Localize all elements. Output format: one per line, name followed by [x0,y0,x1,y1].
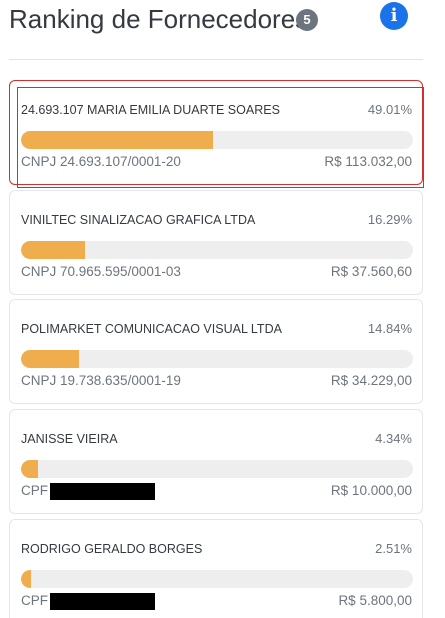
share-bar-fill [21,350,80,368]
supplier-amount: R$ 37.560,60 [330,264,412,279]
redaction-block [50,483,155,500]
count-badge: 5 [296,9,318,31]
share-bar-fill [21,570,31,588]
share-bar-fill [21,131,214,149]
supplier-percent: 16.29% [367,212,412,227]
supplier-name: POLIMARKET COMUNICACAO VISUAL LTDA [21,322,282,336]
supplier-name: RODRIGO GERALDO BORGES [21,542,203,556]
page-title: Ranking de Fornecedores [9,4,309,34]
share-bar [21,350,413,368]
supplier-amount: R$ 113.032,00 [324,154,412,169]
redaction-block [50,593,155,610]
panel-header: Ranking de Fornecedores 5 i [9,0,435,40]
supplier-card[interactable]: 24.693.107 MARIA EMILIA DUARTE SOARES 49… [9,80,424,188]
supplier-percent: 14.84% [367,321,412,336]
supplier-name: JANISSE VIEIRA [21,432,118,446]
supplier-percent: 49.01% [367,102,412,117]
supplier-document: CPF [21,593,155,610]
supplier-name: VINILTEC SINALIZACAO GRAFICA LTDA [21,213,256,227]
info-icon[interactable]: i [380,2,408,30]
share-bar [21,131,413,149]
document-type: CPF [21,593,48,609]
supplier-card[interactable]: RODRIGO GERALDO BORGES 2.51% CPF R$ 5.80… [9,519,423,618]
document-type: CPF [21,483,48,499]
supplier-document: CNPJ 70.965.595/0001-03 [21,264,181,279]
supplier-document: CPF [21,483,155,500]
supplier-card[interactable]: VINILTEC SINALIZACAO GRAFICA LTDA 16.29%… [9,190,423,295]
supplier-amount: R$ 5.800,00 [338,593,412,608]
share-bar [21,570,413,588]
share-bar-fill [21,460,38,478]
supplier-card[interactable]: JANISSE VIEIRA 4.34% CPF R$ 10.000,00 [9,409,423,514]
supplier-document: CNPJ 19.738.635/0001-19 [21,373,181,388]
supplier-document: CNPJ 24.693.107/0001-20 [21,154,181,169]
supplier-card[interactable]: POLIMARKET COMUNICACAO VISUAL LTDA 14.84… [9,299,423,404]
divider [9,59,423,60]
supplier-name: 24.693.107 MARIA EMILIA DUARTE SOARES [21,103,280,117]
share-bar-fill [21,241,85,259]
share-bar [21,460,413,478]
share-bar [21,241,413,259]
supplier-amount: R$ 34.229,00 [330,373,412,388]
supplier-amount: R$ 10.000,00 [330,483,412,498]
supplier-percent: 2.51% [375,541,412,556]
supplier-percent: 4.34% [375,431,412,446]
